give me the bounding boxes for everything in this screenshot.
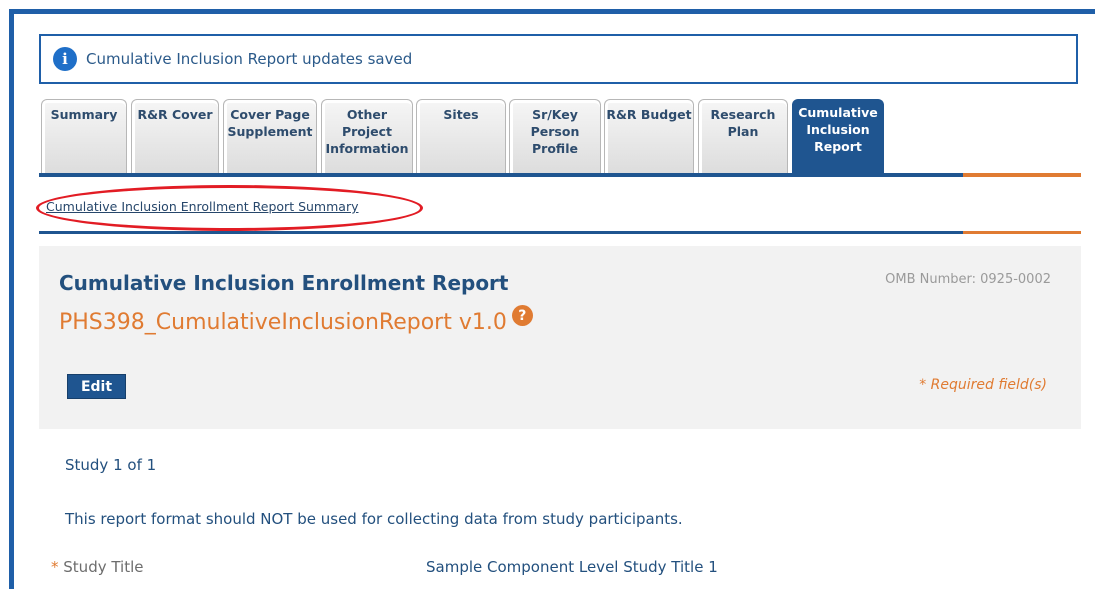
study-count: Study 1 of 1 xyxy=(65,456,157,474)
tab-other-project-information[interactable]: Other Project Information xyxy=(321,99,413,175)
tab-rr-budget[interactable]: R&R Budget xyxy=(604,99,694,175)
subnav-bar: Cumulative Inclusion Enrollment Report S… xyxy=(36,177,1081,231)
report-notice: This report format should NOT be used fo… xyxy=(65,510,683,528)
tab-sr-key-person-profile[interactable]: Sr/Key Person Profile xyxy=(509,99,601,175)
study-title-label: * Study Title xyxy=(51,558,144,576)
tab-sites[interactable]: Sites xyxy=(416,99,506,175)
tab-summary[interactable]: Summary xyxy=(41,99,127,175)
tab-cumulative-inclusion-report[interactable]: Cumulative Inclusion Report xyxy=(792,99,884,175)
edit-button[interactable]: Edit xyxy=(67,374,126,399)
alert-message: Cumulative Inclusion Report updates save… xyxy=(86,50,413,68)
subnav-divider xyxy=(39,231,1081,234)
form-version-label: PHS398_CumulativeInclusionReport v1.0 xyxy=(59,310,507,335)
info-icon: i xyxy=(53,47,77,71)
omb-number: OMB Number: 0925-0002 xyxy=(885,272,1051,287)
study-title-value: Sample Component Level Study Title 1 xyxy=(426,558,718,576)
report-summary-link[interactable]: Cumulative Inclusion Enrollment Report S… xyxy=(46,199,358,214)
page-title: Cumulative Inclusion Enrollment Report xyxy=(59,271,509,295)
tab-rr-cover[interactable]: R&R Cover xyxy=(131,99,219,175)
form-header: Cumulative Inclusion Enrollment Report P… xyxy=(39,246,1081,429)
tab-research-plan[interactable]: Research Plan xyxy=(698,99,788,175)
form-version-title: PHS398_CumulativeInclusionReport v1.0 ? xyxy=(59,305,533,335)
tab-cover-page-supplement[interactable]: Cover Page Supplement xyxy=(223,99,317,175)
help-icon[interactable]: ? xyxy=(511,305,533,326)
success-alert: i Cumulative Inclusion Report updates sa… xyxy=(39,34,1078,84)
required-fields-note: * Required field(s) xyxy=(919,377,1047,393)
required-marker: * xyxy=(51,558,59,576)
